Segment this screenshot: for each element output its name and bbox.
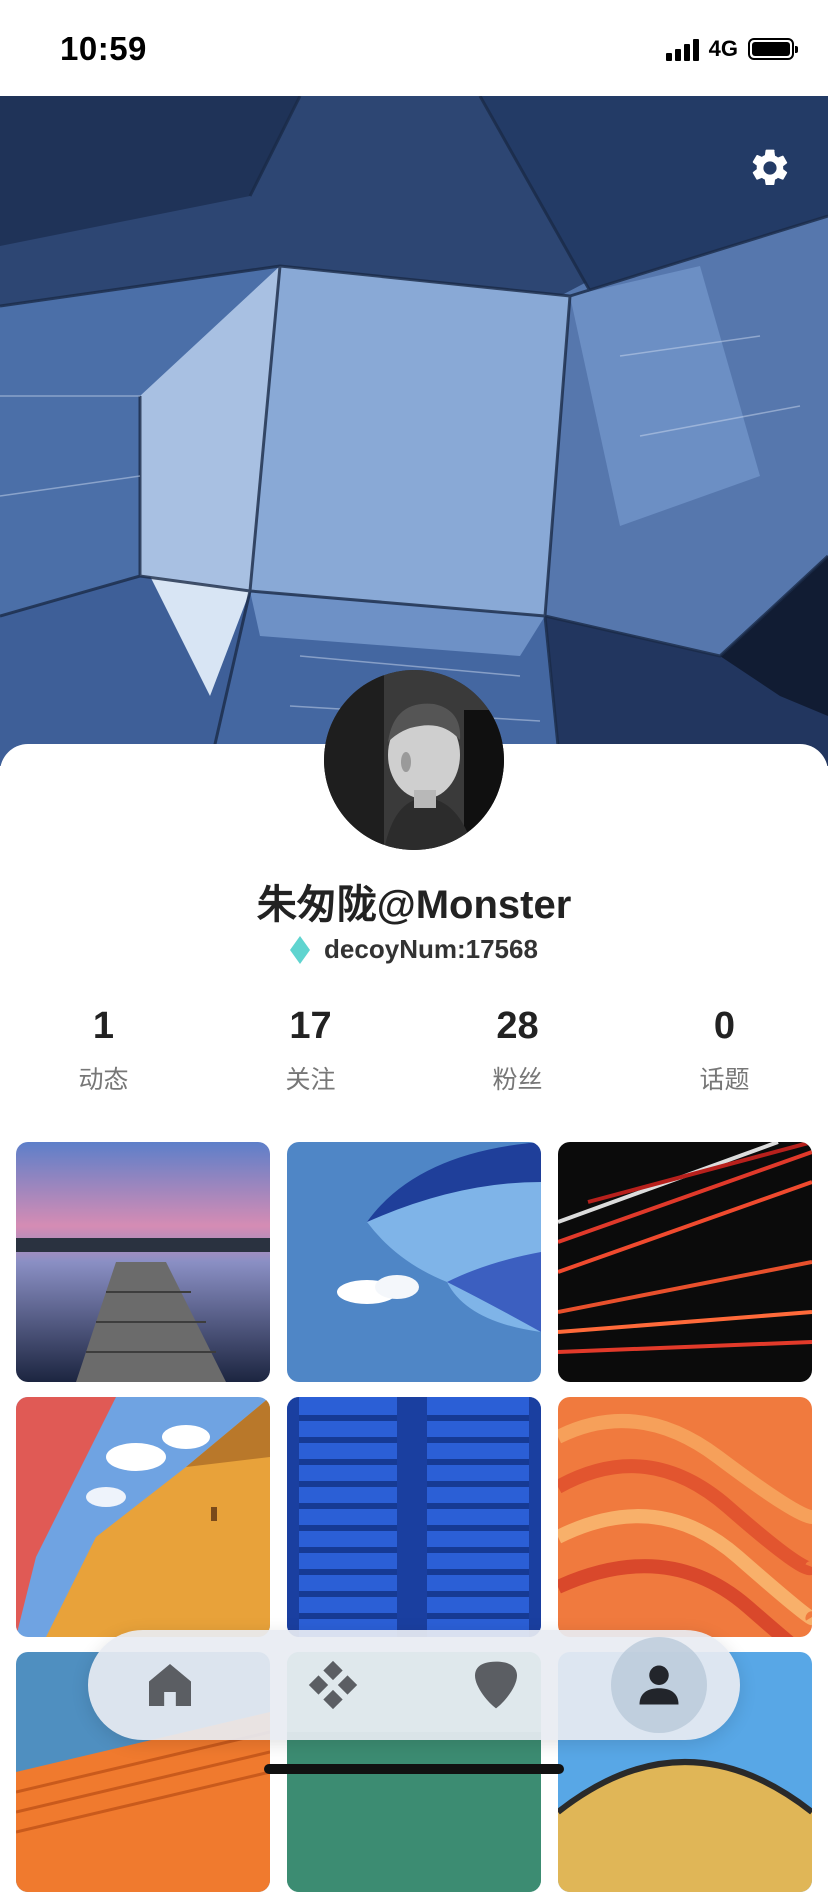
stat-label: 粉丝 — [492, 1065, 543, 1094]
decoy-count: decoyNum:17568 — [0, 934, 828, 965]
status-indicators: 4G — [665, 36, 798, 62]
photo-tile-shutters[interactable] — [287, 1397, 541, 1637]
settings-button[interactable] — [748, 146, 792, 190]
gear-icon — [752, 149, 788, 186]
discover-icon — [308, 1660, 357, 1710]
pick-icon — [474, 1661, 517, 1709]
stat-label: 动态 — [78, 1065, 129, 1094]
stat-value: 28 — [496, 1005, 539, 1047]
diamond-icon — [290, 935, 311, 964]
avatar[interactable] — [324, 670, 504, 850]
stat-following[interactable]: 17 关注 — [207, 1002, 414, 1096]
photo-tile-light-trails[interactable] — [558, 1142, 812, 1382]
stat-label: 话题 — [699, 1065, 750, 1094]
network-label: 4G — [708, 36, 738, 61]
battery-icon — [748, 38, 798, 60]
photo-tile-building[interactable] — [16, 1397, 270, 1637]
cover-image — [0, 96, 828, 766]
stat-topics[interactable]: 0 话题 — [621, 1002, 828, 1096]
decoy-text: decoyNum:17568 — [324, 934, 538, 964]
stat-value: 17 — [289, 1005, 332, 1047]
home-indicator — [264, 1764, 564, 1774]
signal-icon — [665, 37, 699, 61]
status-time: 10:59 — [60, 30, 147, 67]
stats-row: 1 动态 17 关注 28 粉丝 0 话题 — [0, 1002, 828, 1096]
photo-tile-pier[interactable] — [16, 1142, 270, 1382]
nav-profile[interactable] — [610, 1637, 707, 1733]
status-bar: 10:59 4G — [0, 0, 828, 96]
stat-posts[interactable]: 1 动态 — [0, 1002, 207, 1096]
nav-discover[interactable] — [285, 1637, 381, 1733]
user-icon — [639, 1665, 678, 1705]
home-icon — [148, 1664, 191, 1706]
stat-value: 0 — [713, 1005, 736, 1047]
photo-tile-umbrella[interactable] — [287, 1142, 541, 1382]
bottom-nav — [88, 1630, 740, 1740]
nav-home[interactable] — [122, 1637, 218, 1733]
stat-value: 1 — [92, 1005, 115, 1047]
nav-pick[interactable] — [448, 1637, 544, 1733]
stat-label: 关注 — [285, 1065, 336, 1094]
stat-followers[interactable]: 28 粉丝 — [414, 1002, 621, 1096]
username: 朱匆陇@Monster — [256, 883, 572, 927]
photo-tile-orange-waves[interactable] — [558, 1397, 812, 1637]
